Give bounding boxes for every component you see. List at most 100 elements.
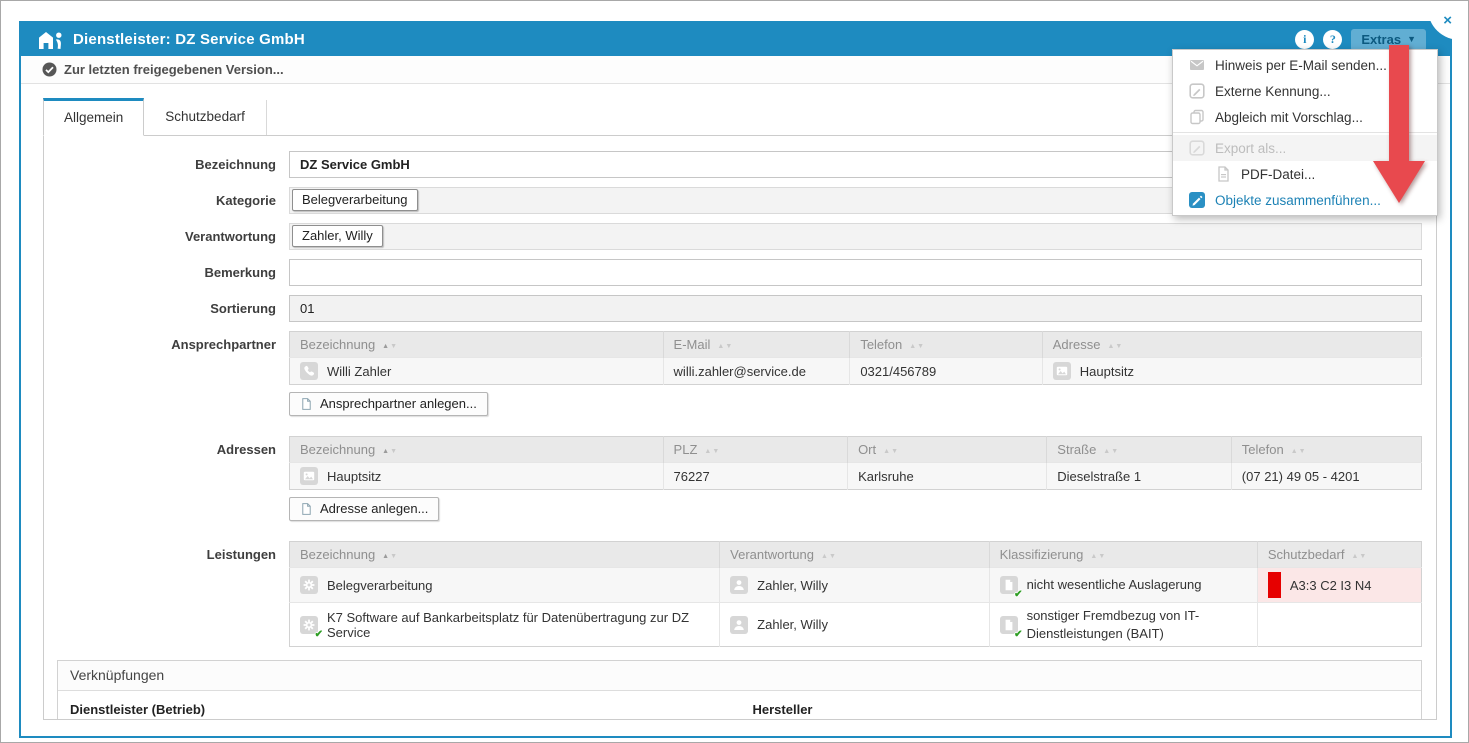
sort-icons: ▲▼ <box>1107 343 1123 350</box>
field-row-ansprechpartner: Ansprechpartner Bezeichnung▲▼ E-Mail▲▼ T… <box>44 331 1436 427</box>
leistungen-row[interactable]: ✔ K7 Software auf Bankarbeitsplatz für D… <box>290 603 1422 647</box>
info-button[interactable]: i <box>1295 30 1314 49</box>
chevron-down-icon: ▼ <box>1407 34 1416 44</box>
contact-phone-icon <box>300 362 318 380</box>
column-header-strasse[interactable]: Straße▲▼ <box>1047 437 1232 463</box>
address-icon <box>300 467 318 485</box>
menu-item-objekte-zusammenfuehren[interactable]: Objekte zusammenführen... <box>1173 187 1437 213</box>
new-document-icon <box>300 502 313 516</box>
export-icon <box>1188 140 1205 157</box>
menu-item-hinweis-per-email[interactable]: Hinweis per E-Mail senden... <box>1173 52 1437 78</box>
last-approved-version-link[interactable]: Zur letzten freigegebenen Version... <box>42 62 284 77</box>
sort-icons: ▲▼ <box>883 448 899 455</box>
close-icon: × <box>1443 13 1452 40</box>
extras-button[interactable]: Extras ▼ <box>1351 29 1426 51</box>
page: Dienstleister: DZ Service GmbH i ? Extra… <box>0 0 1469 743</box>
merge-icon <box>1188 192 1205 209</box>
dialog-title: Dienstleister: DZ Service GmbH <box>73 31 305 48</box>
check-badge-icon: ✔ <box>1014 629 1022 640</box>
field-label-kategorie: Kategorie <box>44 187 289 208</box>
address-icon <box>1053 362 1071 380</box>
ansprechpartner-anlegen-button[interactable]: Ansprechpartner anlegen... <box>289 392 488 416</box>
menu-item-export-als: Export als... <box>1173 135 1437 161</box>
help-button[interactable]: ? <box>1323 30 1342 49</box>
sort-icons: ▲▼ <box>1103 448 1119 455</box>
field-label-verantwortung: Verantwortung <box>44 223 289 244</box>
check-badge-icon: ✔ <box>1014 589 1022 600</box>
extras-button-label: Extras <box>1361 32 1401 47</box>
adressen-row[interactable]: Hauptsitz 76227 Karlsruhe Dieselstraße 1… <box>290 463 1422 490</box>
menu-separator <box>1173 132 1437 133</box>
titlebar-actions: i ? Extras ▼ <box>1295 29 1450 51</box>
column-header-telefon[interactable]: Telefon▲▼ <box>850 332 1042 358</box>
leistungen-row[interactable]: Belegverarbeitung Zahler, Willy ✔ nicht … <box>290 568 1422 603</box>
menu-item-pdf-datei[interactable]: PDF-Datei... <box>1173 161 1437 187</box>
person-icon <box>730 616 748 634</box>
sortierung-input[interactable] <box>289 295 1422 322</box>
field-label-bemerkung: Bemerkung <box>44 259 289 280</box>
bemerkung-input[interactable] <box>289 259 1422 286</box>
column-header-adresse[interactable]: Adresse▲▼ <box>1042 332 1421 358</box>
kategorie-chip[interactable]: Belegverarbeitung <box>292 189 418 211</box>
mail-icon <box>1188 57 1205 74</box>
sort-icons: ▲▼ <box>382 343 398 350</box>
service-gear-icon: ✔ <box>300 616 318 634</box>
column-header-klassifizierung[interactable]: Klassifizierung▲▼ <box>989 542 1257 568</box>
tab-panel-allgemein: Bezeichnung Kategorie Belegverarbeitung … <box>43 135 1437 720</box>
menu-item-abgleich-mit-vorschlag[interactable]: Abgleich mit Vorschlag... <box>1173 104 1437 130</box>
sort-icons: ▲▼ <box>1291 448 1307 455</box>
sort-icons: ▲▼ <box>909 343 925 350</box>
field-label-ansprechpartner: Ansprechpartner <box>44 331 289 352</box>
field-label-sortierung: Sortierung <box>44 295 289 316</box>
service-gear-icon <box>300 576 318 594</box>
ansprechpartner-row[interactable]: Willi Zahler willi.zahler@service.de 032… <box>290 358 1422 385</box>
field-row-sortierung: Sortierung <box>44 295 1436 322</box>
sort-icons: ▲▼ <box>382 448 398 455</box>
column-header-verantwortung[interactable]: Verantwortung▲▼ <box>720 542 989 568</box>
sort-icons: ▲▼ <box>717 343 733 350</box>
extras-menu: Hinweis per E-Mail senden... Externe Ken… <box>1172 49 1438 216</box>
adresse-anlegen-button[interactable]: Adresse anlegen... <box>289 497 439 521</box>
person-icon <box>730 576 748 594</box>
last-approved-version-label: Zur letzten freigegebenen Version... <box>64 62 284 77</box>
sort-icons: ▲▼ <box>1351 553 1367 560</box>
verknuepfungen-section: Verknüpfungen Dienstleister (Betrieb) Be… <box>57 660 1422 720</box>
check-badge-icon: ✔ <box>315 629 323 640</box>
leistungen-table: Bezeichnung▲▼ Verantwortung▲▼ Klassifizi… <box>289 541 1422 647</box>
pdf-file-icon <box>1214 166 1231 183</box>
column-header-telefon[interactable]: Telefon▲▼ <box>1231 437 1421 463</box>
leistungen-header-row: Bezeichnung▲▼ Verantwortung▲▼ Klassifizi… <box>290 542 1422 568</box>
column-header-bezeichnung[interactable]: Bezeichnung▲▼ <box>290 542 720 568</box>
schutzbedarf-level-color <box>1268 572 1281 598</box>
copy-icon <box>1188 109 1205 126</box>
sort-icons: ▲▼ <box>382 553 398 560</box>
verknuepfungen-title: Verknüpfungen <box>58 661 1421 691</box>
tab-allgemein[interactable]: Allgemein <box>43 98 144 136</box>
field-label-adressen: Adressen <box>44 436 289 457</box>
field-label-leistungen: Leistungen <box>44 541 289 562</box>
schutzbedarf-badge: A3:3 C2 I3 N4 <box>1268 572 1411 598</box>
column-header-schutzbedarf[interactable]: Schutzbedarf▲▼ <box>1257 542 1421 568</box>
ansprechpartner-table: Bezeichnung▲▼ E-Mail▲▼ Telefon▲▼ Adresse… <box>289 331 1422 385</box>
field-row-bemerkung: Bemerkung <box>44 259 1436 286</box>
dienstleister-icon <box>37 29 64 51</box>
classification-document-icon: ✔ <box>1000 616 1018 634</box>
field-row-verantwortung: Verantwortung Zahler, Willy <box>44 223 1436 250</box>
verantwortung-chip[interactable]: Zahler, Willy <box>292 225 383 247</box>
column-header-bezeichnung[interactable]: Bezeichnung▲▼ <box>290 332 664 358</box>
menu-item-externe-kennung[interactable]: Externe Kennung... <box>1173 78 1437 104</box>
verantwortung-field[interactable]: Zahler, Willy <box>289 223 1422 250</box>
column-header-ort[interactable]: Ort▲▼ <box>848 437 1047 463</box>
field-row-adressen: Adressen Bezeichnung▲▼ PLZ▲▼ Ort▲▼ Straß… <box>44 436 1436 532</box>
check-circle-icon <box>42 62 57 77</box>
column-header-plz[interactable]: PLZ▲▼ <box>663 437 848 463</box>
column-header-email[interactable]: E-Mail▲▼ <box>663 332 850 358</box>
column-header-bezeichnung[interactable]: Bezeichnung▲▼ <box>290 437 664 463</box>
new-document-icon <box>300 397 313 411</box>
adressen-table: Bezeichnung▲▼ PLZ▲▼ Ort▲▼ Straße▲▼ Telef… <box>289 436 1422 490</box>
section-title: Hersteller <box>753 702 1410 717</box>
tab-schutzbedarf[interactable]: Schutzbedarf <box>144 100 267 135</box>
verknuepfungen-dienstleister-betrieb: Dienstleister (Betrieb) Bezeichnung▲▼ <box>70 693 727 720</box>
verknuepfungen-hersteller: Hersteller Bezeichnung▲▼ <box>753 693 1410 720</box>
field-label-bezeichnung: Bezeichnung <box>44 151 289 172</box>
